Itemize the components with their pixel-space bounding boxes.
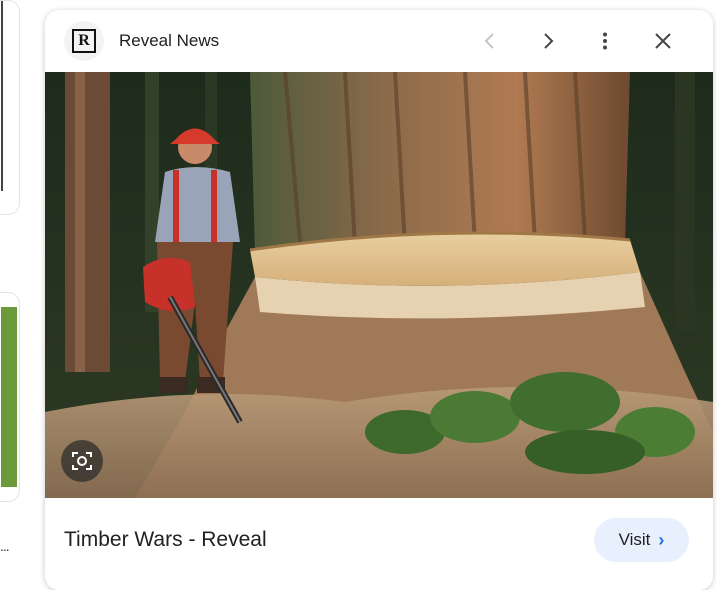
card-edge	[1, 1, 3, 191]
chevron-left-icon	[484, 33, 494, 49]
close-icon	[655, 33, 671, 49]
close-button[interactable]	[645, 23, 681, 59]
visit-label: Visit	[618, 530, 651, 549]
image-preview-panel: R Reveal News Timber Wars - Reveal Visit…	[45, 10, 713, 590]
source-logo-mark: R	[72, 29, 96, 53]
visual-search-button[interactable]	[61, 440, 103, 482]
panel-header: R Reveal News	[45, 10, 713, 72]
source-logo[interactable]: R	[64, 21, 104, 61]
more-vert-icon	[603, 32, 607, 50]
result-title[interactable]: Timber Wars - Reveal	[64, 528, 267, 552]
previous-result-card-2[interactable]	[0, 292, 20, 502]
lens-icon	[72, 452, 92, 470]
previous-button[interactable]	[472, 23, 508, 59]
next-button[interactable]	[530, 23, 566, 59]
more-options-button[interactable]	[587, 23, 623, 59]
logger-and-giant-tree-image	[45, 72, 713, 498]
chevron-right-icon	[544, 33, 554, 49]
truncated-text: ...	[0, 538, 10, 554]
visit-button[interactable]: Visit ›	[594, 518, 689, 562]
source-name[interactable]: Reveal News	[119, 31, 219, 51]
previous-result-card[interactable]	[0, 0, 20, 215]
caption-area: Timber Wars - Reveal Visit ›	[45, 498, 713, 590]
chevron-right-icon: ›	[658, 529, 665, 550]
result-thumbnail[interactable]	[1, 307, 17, 487]
left-results-strip: ...	[0, 0, 22, 577]
preview-image[interactable]	[45, 72, 713, 498]
